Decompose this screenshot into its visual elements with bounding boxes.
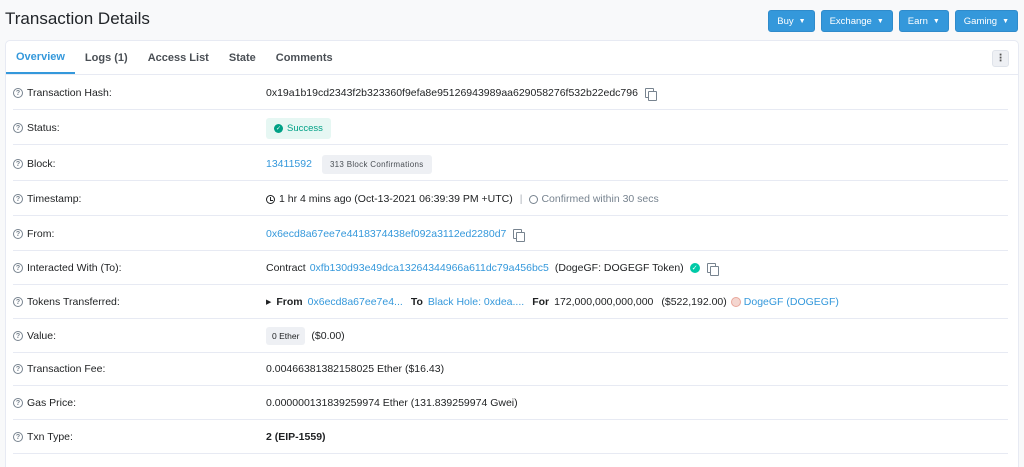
tab-state[interactable]: State (219, 41, 266, 74)
row-block: ? Block: 13411592 313 Block Confirmations (13, 147, 1008, 181)
row-label: Tokens Transferred: (27, 296, 120, 308)
help-icon[interactable]: ? (13, 398, 23, 408)
chevron-down-icon: ▼ (932, 17, 940, 25)
row-label: Timestamp: (27, 193, 82, 205)
token-amount: 172,000,000,000,000 (554, 296, 654, 308)
caret-right-icon: ▶ (266, 299, 272, 306)
row-label: From: (27, 228, 55, 240)
verified-check-icon: ✓ (689, 263, 700, 273)
chevron-down-icon: ▼ (1002, 17, 1009, 25)
contract-address-link[interactable]: 0xfb130d93e49dca13264344966a611dc79a456b… (310, 262, 549, 274)
row-txn-type: ? Txn Type: 2 (EIP-1559) (13, 420, 1008, 454)
help-icon[interactable]: ? (13, 194, 23, 204)
separator: | (519, 193, 523, 205)
token-logo-icon (730, 297, 741, 307)
row-tokens-transferred: ? Tokens Transferred: ▶ From 0x6ecd8a67ee… (13, 285, 1008, 319)
from-address-link[interactable]: 0x6ecd8a67ee7e4418374438ef092a3112ed2280… (266, 228, 506, 240)
timestamp-value: 1 hr 4 mins ago (Oct-13-2021 06:39:39 PM… (279, 193, 513, 205)
row-label: Transaction Fee: (27, 363, 106, 375)
exchange-button[interactable]: Exchange ▼ (820, 10, 893, 32)
transaction-fee-value: 0.00466381382158025 Ether ($16.43) (266, 363, 445, 375)
row-value: ? Value: 0 Ether ($0.00) (13, 319, 1008, 353)
help-icon[interactable]: ? (13, 159, 23, 169)
row-from: ? From: 0x6ecd8a67ee7e4418374438ef092a311… (13, 217, 1008, 251)
contract-name: (DogeGF: DOGEGF Token) (554, 262, 684, 274)
clock-icon (266, 194, 275, 204)
copy-icon[interactable] (644, 87, 657, 101)
to-label: To (410, 296, 423, 308)
tab-bar: Overview Logs (1) Access List State Comm… (6, 41, 1018, 75)
row-interacted-with: ? Interacted With (To): Contract 0xfb130d… (13, 251, 1008, 285)
top-button-group: Buy ▼ Exchange ▼ Earn ▼ Gaming ▼ (768, 10, 1018, 32)
row-timestamp: ? Timestamp: 1 hr 4 mins ago (Oct-13-2021… (13, 182, 1008, 216)
help-icon[interactable]: ? (13, 229, 23, 239)
row-gas-price: ? Gas Price: 0.000000131839259974 Ether (… (13, 386, 1008, 420)
row-label: Block: (27, 158, 56, 170)
token-usd-value: ($522,192.00) (661, 296, 727, 308)
help-icon[interactable]: ? (13, 123, 23, 133)
chevron-down-icon: ▼ (876, 17, 884, 25)
copy-icon[interactable] (706, 262, 719, 276)
row-label: Gas Price: (27, 397, 77, 409)
gaming-button[interactable]: Gaming ▼ (954, 10, 1018, 32)
token-from-link[interactable]: 0x6ecd8a67ee7e4... (308, 296, 403, 308)
block-confirmations-badge: 313 Block Confirmations (321, 154, 432, 174)
row-label: Txn Type: (27, 431, 73, 443)
transaction-hash-value: 0x19a1b19cd2343f2b323360f9efa8e951269439… (266, 87, 638, 99)
tab-overview[interactable]: Overview (6, 41, 75, 74)
help-icon[interactable]: ? (13, 263, 23, 273)
gas-price-value: 0.000000131839259974 Ether (131.83925997… (266, 397, 518, 409)
confirmed-within: Confirmed within 30 secs (541, 193, 659, 205)
help-icon[interactable]: ? (13, 364, 23, 374)
check-circle-icon: ✓ (274, 123, 283, 133)
row-label: Interacted With (To): (27, 262, 122, 274)
buy-button[interactable]: Buy ▼ (768, 10, 815, 32)
row-transaction-fee: ? Transaction Fee: 0.00466381382158025 Et… (13, 352, 1008, 386)
token-to-link[interactable]: Black Hole: 0xdea.... (428, 296, 524, 308)
from-label: From (276, 296, 303, 308)
contract-prefix: Contract (266, 262, 306, 274)
timer-icon (529, 194, 539, 204)
row-status: ? Status: ✓ Success (13, 111, 1008, 145)
row-label: Value: (27, 330, 56, 342)
row-transaction-hash: ? Transaction Hash: 0x19a1b19cd2343f2b323… (13, 76, 1008, 110)
help-icon[interactable]: ? (13, 297, 23, 307)
earn-button[interactable]: Earn ▼ (898, 10, 949, 32)
token-name-link[interactable]: DogeGF (DOGEGF) (744, 296, 839, 308)
help-icon[interactable]: ? (13, 331, 23, 341)
more-options-icon[interactable]: ⋮ (992, 50, 1009, 67)
ether-value-badge: 0 Ether (266, 327, 306, 345)
tab-logs[interactable]: Logs (1) (75, 41, 138, 74)
tab-access-list[interactable]: Access List (138, 41, 219, 74)
copy-icon[interactable] (513, 228, 526, 242)
row-label: Transaction Hash: (27, 87, 112, 99)
chevron-down-icon: ▼ (798, 17, 806, 25)
block-number-link[interactable]: 13411592 (266, 158, 312, 170)
row-label: Status: (27, 122, 60, 134)
for-label: For (532, 296, 550, 308)
help-icon[interactable]: ? (13, 432, 23, 442)
value-usd: ($0.00) (311, 330, 345, 342)
status-badge: ✓ Success (266, 117, 331, 139)
txn-type-value: 2 (EIP-1559) (266, 431, 326, 443)
page-title: Transaction Details (5, 9, 150, 28)
help-icon[interactable]: ? (13, 88, 23, 98)
tab-comments[interactable]: Comments (266, 41, 343, 74)
transaction-card: Overview Logs (1) Access List State Comm… (5, 40, 1019, 467)
